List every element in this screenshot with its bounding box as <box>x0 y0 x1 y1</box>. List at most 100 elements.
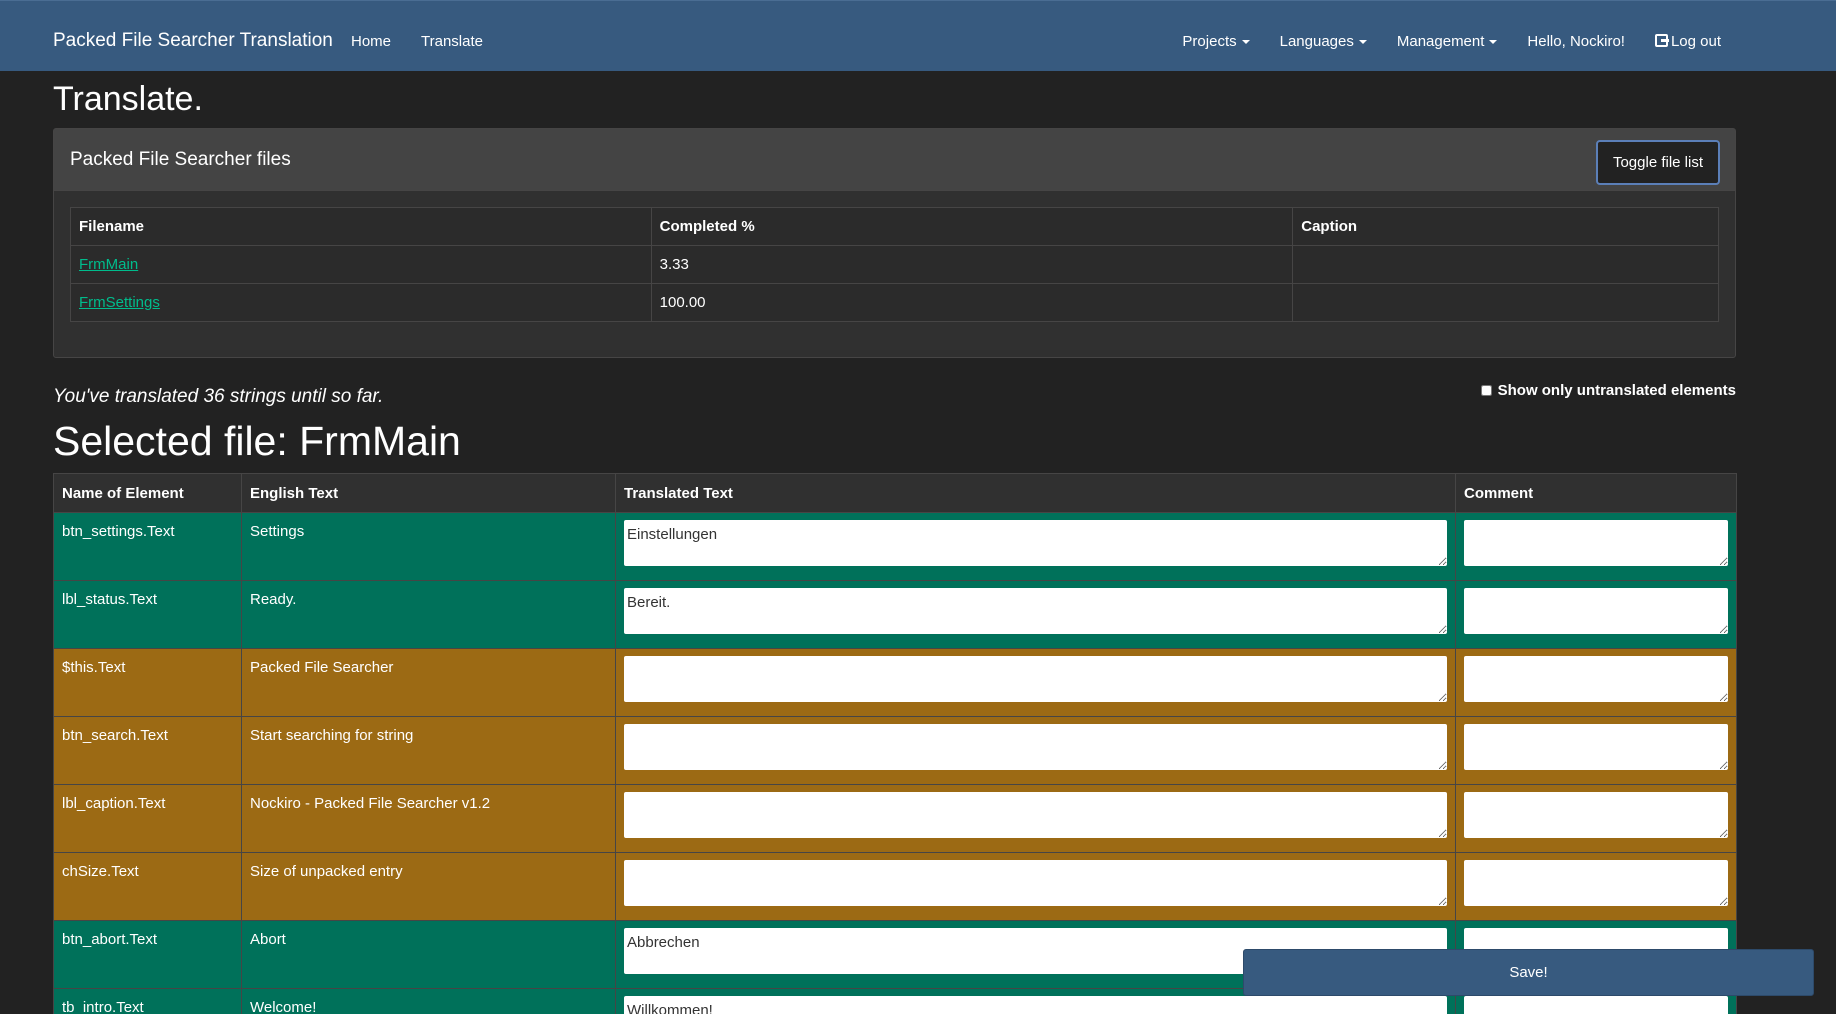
untranslated-filter-label: Show only untranslated elements <box>1497 382 1736 399</box>
column-header-element-name: Name of Element <box>53 473 242 513</box>
logout-icon <box>1654 34 1669 47</box>
nav-home-link[interactable]: Home <box>336 1 406 72</box>
translated-text-input[interactable]: Willkommen! <box>624 996 1447 1014</box>
element-name-cell: lbl_status.Text <box>53 580 242 649</box>
file-link-frmmain[interactable]: FrmMain <box>79 256 138 273</box>
files-panel-header: Packed File Searcher files Toggle file l… <box>54 129 1735 191</box>
comment-cell <box>1455 716 1737 785</box>
english-text-cell: Settings <box>241 512 616 581</box>
untranslated-filter-checkbox[interactable] <box>1480 385 1492 396</box>
comment-input[interactable] <box>1464 520 1728 566</box>
english-text-cell: Ready. <box>241 580 616 649</box>
english-text-cell: Welcome! <box>241 988 616 1014</box>
translated-text-cell <box>615 784 1456 853</box>
element-name-cell: lbl_caption.Text <box>53 784 242 853</box>
element-name-cell: tb_intro.Text <box>53 988 242 1014</box>
navbar-left-links: Home Translate <box>336 1 498 72</box>
nav-projects-dropdown[interactable]: Projects <box>1167 1 1264 72</box>
navbar-right-links: Projects Languages Management Hello, Noc… <box>1167 1 1736 72</box>
navbar-brand[interactable]: Packed File Searcher Translation <box>53 1 333 72</box>
comment-cell <box>1455 648 1737 717</box>
column-header-caption: Caption <box>1292 207 1719 246</box>
file-caption-cell <box>1292 245 1719 284</box>
comment-input[interactable] <box>1464 656 1728 702</box>
table-row: $this.Text Packed File Searcher <box>53 648 1737 717</box>
file-link-frmsettings[interactable]: FrmSettings <box>79 294 160 311</box>
files-panel: Packed File Searcher files Toggle file l… <box>53 128 1736 358</box>
top-navbar: Packed File Searcher Translation Home Tr… <box>0 0 1836 71</box>
table-row: btn_search.Text Start searching for strin… <box>53 716 1737 785</box>
nav-management-label: Management <box>1396 33 1485 50</box>
element-name-cell: btn_search.Text <box>53 716 242 785</box>
chevron-down-icon <box>1489 40 1498 45</box>
element-name-cell: btn_abort.Text <box>53 920 242 989</box>
comment-input[interactable] <box>1464 996 1728 1014</box>
table-row: lbl_caption.Text Nockiro - Packed File Se… <box>53 784 1737 853</box>
english-text-cell: Nockiro - Packed File Searcher v1.2 <box>241 784 616 853</box>
nav-languages-dropdown[interactable]: Languages <box>1265 1 1382 72</box>
translated-text-input[interactable]: Bereit. <box>624 588 1447 634</box>
file-row: FrmSettings 100.00 <box>70 283 1719 322</box>
translation-table-body: btn_settings.Text Settings Einstellungen lb… <box>53 512 1737 1014</box>
nav-logout-label: Log out <box>1670 33 1721 50</box>
comment-input[interactable] <box>1464 792 1728 838</box>
files-table: Filename Completed % Caption FrmMain 3.3… <box>70 207 1719 322</box>
element-name-cell: btn_settings.Text <box>53 512 242 581</box>
english-text-cell: Size of unpacked entry <box>241 852 616 921</box>
comment-cell <box>1455 784 1737 853</box>
translation-table-header-row: Name of Element English Text Translated … <box>53 473 1737 513</box>
column-header-comment: Comment <box>1455 473 1737 513</box>
translation-table: Name of Element English Text Translated … <box>53 473 1737 1014</box>
column-header-translated-text: Translated Text <box>615 473 1456 513</box>
files-panel-title: Packed File Searcher files <box>70 149 291 170</box>
table-row: lbl_status.Text Ready. Bereit. <box>53 580 1737 649</box>
file-completed-cell: 3.33 <box>650 245 1294 284</box>
translated-text-cell <box>615 716 1456 785</box>
selected-file-heading: Selected file: FrmMain <box>53 418 461 464</box>
nav-translate-link[interactable]: Translate <box>406 1 498 72</box>
element-name-cell: $this.Text <box>53 648 242 717</box>
comment-input[interactable] <box>1464 860 1728 906</box>
english-text-cell: Packed File Searcher <box>241 648 616 717</box>
comment-cell <box>1455 512 1737 581</box>
english-text-cell: Abort <box>241 920 616 989</box>
comment-cell <box>1455 852 1737 921</box>
translation-progress-note: You've translated 36 strings until so fa… <box>53 386 384 407</box>
nav-user-greeting[interactable]: Hello, Nockiro! <box>1512 1 1640 72</box>
chevron-down-icon <box>1358 40 1367 45</box>
file-completed-cell: 100.00 <box>650 283 1294 322</box>
comment-input[interactable] <box>1464 724 1728 770</box>
file-row: FrmMain 3.33 <box>70 245 1719 284</box>
nav-management-dropdown[interactable]: Management <box>1382 1 1513 72</box>
translated-text-cell <box>615 852 1456 921</box>
toggle-file-list-button[interactable]: Toggle file list <box>1596 140 1720 185</box>
column-header-filename: Filename <box>70 207 652 246</box>
translated-text-input[interactable]: Einstellungen <box>624 520 1447 566</box>
file-name-cell: FrmSettings <box>70 283 652 322</box>
table-row: btn_settings.Text Settings Einstellungen <box>53 512 1737 581</box>
column-header-completed: Completed % <box>650 207 1294 246</box>
element-name-cell: chSize.Text <box>53 852 242 921</box>
translated-text-cell <box>615 648 1456 717</box>
chevron-down-icon <box>1241 40 1250 45</box>
comment-input[interactable] <box>1464 588 1728 634</box>
nav-logout-link[interactable]: Log out <box>1640 1 1736 72</box>
page-title: Translate. <box>53 80 203 118</box>
translated-text-cell: Einstellungen <box>615 512 1456 581</box>
table-row: chSize.Text Size of unpacked entry <box>53 852 1737 921</box>
translated-text-cell: Bereit. <box>615 580 1456 649</box>
file-caption-cell <box>1292 283 1719 322</box>
nav-projects-label: Projects <box>1182 33 1237 50</box>
translated-text-input[interactable] <box>624 792 1447 838</box>
files-table-header-row: Filename Completed % Caption <box>70 207 1719 246</box>
column-header-english-text: English Text <box>241 473 616 513</box>
translated-text-input[interactable] <box>624 724 1447 770</box>
nav-languages-label: Languages <box>1279 33 1354 50</box>
untranslated-filter[interactable]: Show only untranslated elements <box>1480 382 1736 399</box>
file-name-cell: FrmMain <box>70 245 652 284</box>
english-text-cell: Start searching for string <box>241 716 616 785</box>
translated-text-input[interactable] <box>624 656 1447 702</box>
translated-text-input[interactable] <box>624 860 1447 906</box>
comment-cell <box>1455 580 1737 649</box>
save-button[interactable]: Save! <box>1243 949 1814 996</box>
